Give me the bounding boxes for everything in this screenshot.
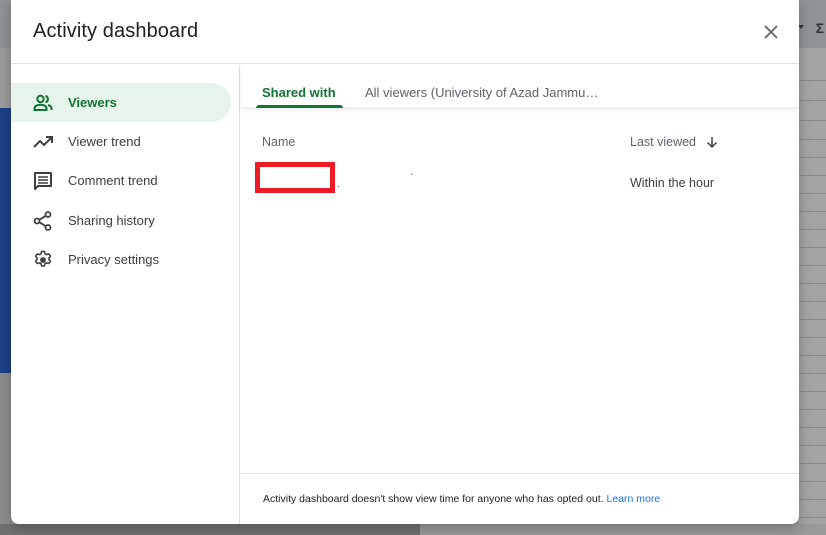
grid-line [798, 247, 826, 248]
sidebar-item-privacy-settings[interactable]: Privacy settings [11, 240, 231, 279]
grid-line [798, 481, 826, 482]
grid-line [798, 517, 826, 518]
learn-more-link[interactable]: Learn more [606, 493, 660, 505]
background-sigma-icon: Σ [815, 20, 824, 36]
grid-line [798, 283, 826, 284]
grid-line [798, 193, 826, 194]
grid-line [798, 139, 826, 140]
activity-dashboard-dialog: Activity dashboard Viewers Viewer trend … [11, 0, 799, 524]
sidebar-item-label: Comment trend [68, 173, 158, 188]
grid-line [798, 463, 826, 464]
grid-line [798, 120, 826, 121]
grid-line [798, 391, 826, 392]
grid-line [798, 373, 826, 374]
last-viewed-value: Within the hour [630, 176, 715, 190]
tab-all-viewers[interactable]: All viewers (University of Azad Jammu… [365, 85, 598, 100]
viewers-panel: Shared with All viewers (University of A… [241, 65, 799, 524]
dialog-title: Activity dashboard [33, 20, 199, 42]
grid-line [798, 427, 826, 428]
background-footer [0, 524, 420, 535]
sidebar-item-sharing-history[interactable]: Sharing history [11, 201, 231, 240]
grid-line [798, 157, 826, 158]
grid-line [798, 175, 826, 176]
sort-descending-icon[interactable] [706, 136, 718, 149]
sidebar-item-label: Privacy settings [68, 252, 160, 267]
dialog-header: Activity dashboard [11, 0, 799, 64]
dialog-footer: Activity dashboard doesn't show view tim… [241, 473, 799, 524]
share-icon [32, 210, 54, 232]
grid-line [798, 211, 826, 212]
grid-line [798, 445, 826, 446]
grid-line [798, 409, 826, 410]
sidebar-item-label: Sharing history [68, 213, 155, 228]
grid-line [798, 499, 826, 500]
grid-line [798, 301, 826, 302]
close-icon [764, 25, 778, 39]
name-fragment: . [337, 179, 340, 190]
grid-line [798, 229, 826, 230]
grid-line [798, 355, 826, 356]
tab-bar: Shared with All viewers (University of A… [241, 65, 799, 108]
sidebar-item-viewers[interactable]: Viewers [11, 83, 231, 122]
grid-line [798, 337, 826, 338]
column-header-name[interactable]: Name [262, 135, 295, 149]
close-button[interactable] [761, 22, 781, 42]
gear-icon [32, 249, 54, 271]
background-grid [798, 48, 826, 535]
sidebar-item-label: Viewers [68, 95, 117, 110]
grid-line [798, 265, 826, 266]
trending-up-icon [32, 131, 54, 153]
column-header-last-viewed[interactable]: Last viewed [630, 135, 696, 149]
footer-notice-text: Activity dashboard doesn't show view tim… [263, 493, 604, 505]
sidebar-item-viewer-trend[interactable]: Viewer trend [11, 122, 231, 161]
grid-line [798, 100, 826, 101]
comment-icon [32, 170, 54, 192]
tab-shared-with[interactable]: Shared with [262, 85, 336, 100]
grid-line [798, 319, 826, 320]
sidebar-item-label: Viewer trend [68, 134, 141, 149]
redacted-viewer-name [255, 162, 335, 193]
background-footer-right [420, 524, 826, 535]
active-tab-indicator [256, 105, 343, 108]
people-icon [32, 92, 54, 114]
sidebar-item-comment-trend[interactable]: Comment trend [11, 161, 231, 200]
footer-notice: Activity dashboard doesn't show view tim… [263, 493, 660, 505]
name-fragment: ` [410, 173, 414, 184]
grid-line [798, 80, 826, 81]
sidebar-nav: Viewers Viewer trend Comment trend Shari… [11, 65, 240, 524]
